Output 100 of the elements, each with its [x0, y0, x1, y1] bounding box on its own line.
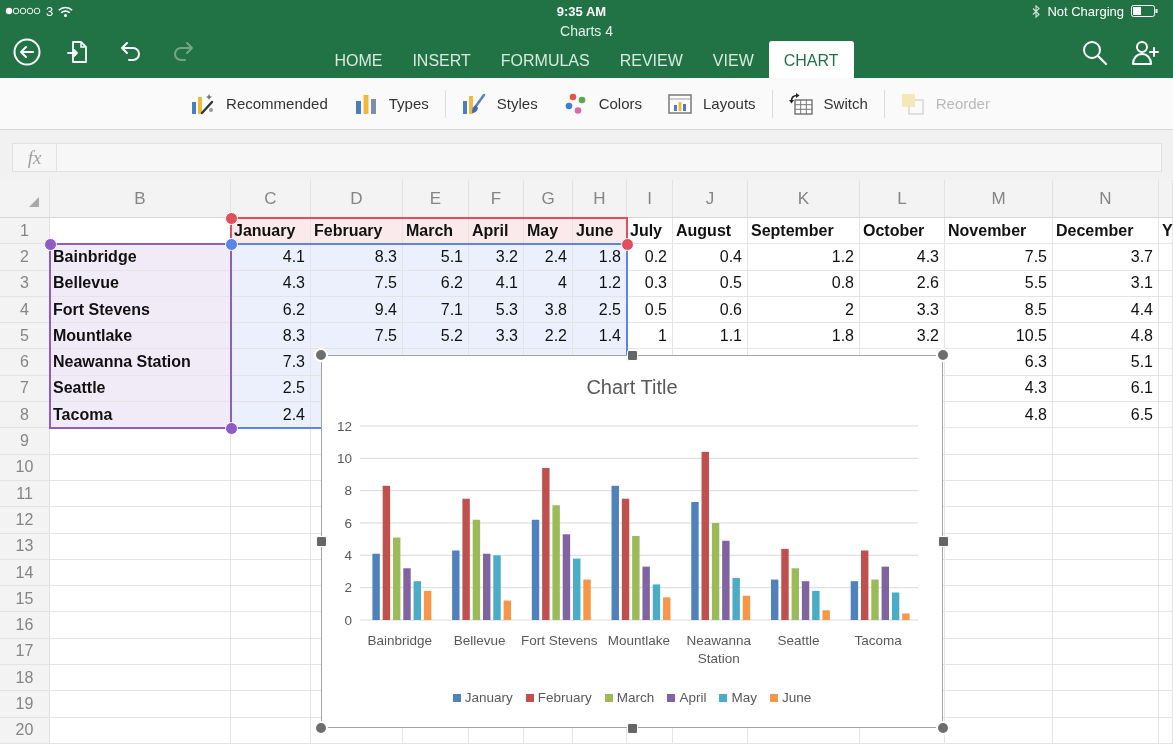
- column-header[interactable]: L: [860, 180, 945, 218]
- column-header[interactable]: N: [1053, 180, 1159, 218]
- empty-cell: [1159, 244, 1173, 271]
- column-header[interactable]: H: [573, 180, 627, 218]
- column-header[interactable]: K: [748, 180, 860, 218]
- legend-label: January: [464, 690, 513, 705]
- ribbon-tab[interactable]: FORMULAS: [485, 41, 605, 78]
- column-header[interactable]: M: [945, 180, 1053, 218]
- row-header[interactable]: 11: [0, 480, 50, 508]
- table-cell: 1: [627, 323, 673, 350]
- table-cell: 7.5: [311, 323, 403, 350]
- row-header[interactable]: 1: [0, 218, 50, 245]
- table-cell: 8.3: [231, 323, 311, 350]
- ribbon-tab[interactable]: REVIEW: [604, 41, 698, 78]
- row-header[interactable]: 20: [0, 717, 50, 744]
- row-header[interactable]: 12: [0, 507, 50, 534]
- bar: [372, 553, 380, 620]
- legend-label: April: [679, 690, 707, 705]
- table-cell: 4.1: [469, 270, 524, 297]
- ribbon-button[interactable]: Types: [353, 92, 429, 115]
- resize-handle[interactable]: [936, 721, 950, 735]
- ribbon-tab[interactable]: CHART: [768, 41, 854, 78]
- column-header[interactable]: J: [673, 180, 748, 218]
- table-cell: 3.8: [524, 296, 573, 324]
- column-header[interactable]: G: [524, 180, 573, 218]
- axis-label: 10: [336, 450, 352, 466]
- column-header[interactable]: D: [311, 180, 403, 218]
- table-cell: 6.2: [231, 296, 311, 324]
- row-header[interactable]: 19: [0, 691, 50, 718]
- row-header[interactable]: 4: [0, 296, 50, 324]
- table-cell: 2.5: [573, 296, 627, 324]
- chart[interactable]: Chart Title 0 2 4 6 8 10 12 Bainbridge Bellevue Fort Stevens Mountlake Neawanna Station Seattle Tacoma January February March April May June: [321, 355, 943, 728]
- resize-handle[interactable]: [626, 722, 638, 734]
- function-button[interactable]: fx: [12, 143, 57, 172]
- ribbon-button[interactable]: Recommended: [191, 92, 328, 115]
- category-label: Fort Stevens: [521, 632, 598, 650]
- table-cell: 8.5: [945, 296, 1053, 324]
- ribbon-button[interactable]: Styles: [461, 92, 538, 115]
- table-cell: 6.1: [1053, 375, 1159, 403]
- table-cell: 1.2: [748, 244, 860, 271]
- table-cell: December: [1053, 218, 1159, 245]
- column-header[interactable]: I: [627, 180, 673, 218]
- table-cell: 1.8: [573, 244, 627, 271]
- battery-status: Not Charging: [1047, 3, 1124, 19]
- empty-cell: [1159, 480, 1173, 508]
- bar: [573, 558, 581, 620]
- ribbon-button[interactable]: Colors: [563, 92, 642, 115]
- table-cell: September: [748, 218, 860, 245]
- axis-label: 4: [344, 547, 352, 563]
- table-cell: May: [524, 218, 573, 245]
- row-header[interactable]: 8: [0, 402, 50, 429]
- bar: [781, 548, 789, 620]
- legend-label: March: [616, 690, 655, 705]
- row-header[interactable]: 18: [0, 665, 50, 692]
- table-cell: Neawanna Station: [50, 349, 231, 376]
- row-header[interactable]: 10: [0, 454, 50, 481]
- table-cell: 4.8: [945, 402, 1053, 429]
- back-icon[interactable]: [13, 38, 41, 66]
- resize-handle[interactable]: [315, 536, 327, 547]
- search-icon[interactable]: [1080, 38, 1108, 66]
- row-header[interactable]: 15: [0, 586, 50, 613]
- row-header[interactable]: 7: [0, 375, 50, 403]
- table-cell: 3.3: [860, 296, 945, 324]
- empty-cell: [1159, 296, 1173, 324]
- ribbon-tab[interactable]: VIEW: [697, 41, 769, 78]
- chart-wand-icon: [191, 92, 216, 115]
- ribbon-button[interactable]: Switch: [788, 92, 868, 115]
- column-header[interactable]: B: [50, 180, 231, 218]
- bar: [403, 568, 411, 620]
- table-cell: 1.4: [573, 323, 627, 350]
- empty-cell: [1159, 717, 1173, 744]
- resize-handle[interactable]: [626, 349, 638, 361]
- row-header[interactable]: 9: [0, 428, 50, 455]
- table-cell: Y: [1159, 218, 1173, 245]
- row-header[interactable]: 6: [0, 349, 50, 376]
- ribbon-button[interactable]: Layouts: [668, 92, 756, 115]
- table-cell: 4.4: [1053, 296, 1159, 324]
- table-cell: January: [231, 218, 311, 245]
- row-header[interactable]: 3: [0, 270, 50, 297]
- row-header[interactable]: 17: [0, 638, 50, 666]
- row-header[interactable]: 5: [0, 323, 50, 350]
- row-header[interactable]: 14: [0, 559, 50, 587]
- table-cell: 2.5: [231, 375, 311, 403]
- ribbon-tab[interactable]: HOME: [319, 41, 398, 78]
- column-header[interactable]: F: [469, 180, 524, 218]
- resize-handle[interactable]: [937, 536, 949, 547]
- table-cell: 6.5: [1053, 402, 1159, 429]
- bar: [452, 550, 460, 620]
- row-header[interactable]: 13: [0, 533, 50, 560]
- row-header[interactable]: 16: [0, 612, 50, 639]
- add-person-icon[interactable]: [1131, 38, 1159, 66]
- bar: [732, 577, 740, 620]
- row-header[interactable]: 2: [0, 244, 50, 271]
- resize-handle[interactable]: [936, 348, 950, 362]
- color-dots-icon: [563, 92, 588, 115]
- column-header[interactable]: C: [231, 180, 311, 218]
- resize-handle[interactable]: [314, 721, 328, 735]
- column-header[interactable]: E: [403, 180, 469, 218]
- bar: [583, 579, 591, 620]
- ribbon-tab[interactable]: INSERT: [397, 41, 486, 78]
